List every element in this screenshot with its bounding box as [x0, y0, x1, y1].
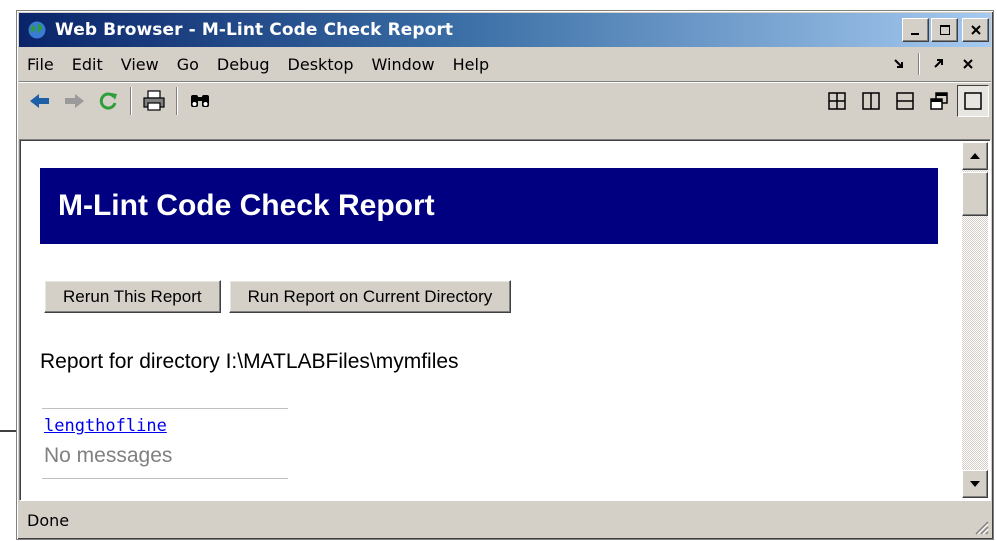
scroll-down-button[interactable]	[962, 470, 988, 498]
menu-go[interactable]: Go	[168, 55, 208, 74]
menu-desktop[interactable]: Desktop	[279, 55, 363, 74]
maximize-layout-button[interactable]	[957, 85, 989, 117]
toolbar-separator	[176, 86, 178, 115]
file-link[interactable]: lengthofline	[44, 416, 167, 436]
tile-rows-icon	[896, 92, 914, 110]
close-button[interactable]	[962, 18, 989, 42]
vertical-scrollbar[interactable]	[962, 142, 988, 498]
maximize-icon	[964, 92, 982, 110]
float-button[interactable]	[923, 85, 955, 117]
refresh-icon	[99, 92, 117, 110]
arrow-up-icon	[970, 153, 980, 159]
close-icon	[963, 59, 973, 69]
menu-debug[interactable]: Debug	[208, 55, 279, 74]
forward-button[interactable]	[57, 86, 91, 116]
window-title: Web Browser - M-Lint Code Check Report	[55, 20, 454, 40]
back-button[interactable]	[23, 86, 57, 116]
refresh-button[interactable]	[91, 86, 125, 116]
menu-view[interactable]: View	[112, 55, 168, 74]
maximize-button[interactable]	[931, 18, 958, 42]
toolbar	[19, 81, 991, 119]
arrow-down-icon	[970, 481, 980, 487]
restore-window-icon	[939, 25, 950, 35]
content-area: M-Lint Code Check Report Rerun This Repo…	[19, 139, 991, 501]
menu-close-button[interactable]	[953, 53, 983, 75]
browser-window: Web Browser - M-Lint Code Check Report F…	[16, 10, 994, 540]
divider	[42, 478, 288, 479]
print-button[interactable]	[137, 86, 171, 116]
undock-button[interactable]	[923, 53, 953, 75]
forward-arrow-icon	[65, 93, 84, 108]
globe-icon	[25, 18, 49, 42]
menu-help[interactable]: Help	[444, 55, 498, 74]
status-bar: Done	[19, 503, 991, 537]
run-current-directory-button[interactable]: Run Report on Current Directory	[228, 280, 512, 313]
report-title: M-Lint Code Check Report	[58, 189, 435, 222]
tile-grid-icon	[828, 92, 846, 110]
tile-rows-button[interactable]	[889, 85, 921, 117]
report-page: M-Lint Code Check Report Rerun This Repo…	[22, 142, 962, 498]
scroll-thumb[interactable]	[962, 172, 988, 216]
back-arrow-icon	[30, 93, 49, 108]
minimize-button[interactable]	[902, 18, 929, 42]
find-button[interactable]	[183, 86, 217, 116]
tile-grid-button[interactable]	[821, 85, 853, 117]
directory-line: Report for directory I:\MATLABFiles\mymf…	[40, 350, 459, 373]
menu-file[interactable]: File	[19, 55, 63, 74]
title-bar[interactable]: Web Browser - M-Lint Code Check Report	[19, 13, 991, 47]
close-icon	[970, 25, 981, 35]
resize-grip-icon[interactable]	[971, 517, 989, 535]
tile-columns-button[interactable]	[855, 85, 887, 117]
tile-columns-icon	[862, 92, 880, 110]
status-text: Done	[27, 510, 70, 530]
menu-bar: File Edit View Go Debug Desktop Window H…	[19, 49, 991, 79]
file-message: No messages	[44, 444, 173, 467]
rerun-report-button[interactable]: Rerun This Report	[44, 280, 221, 313]
find-icon	[191, 94, 209, 107]
scroll-up-button[interactable]	[962, 142, 988, 170]
menu-separator	[918, 53, 919, 75]
menu-window[interactable]: Window	[363, 55, 444, 74]
dock-button[interactable]	[884, 53, 914, 75]
dock-arrow-icon	[894, 59, 903, 68]
toolbar-separator	[130, 86, 132, 115]
print-icon	[143, 89, 165, 111]
divider	[42, 408, 288, 409]
report-banner: M-Lint Code Check Report	[40, 168, 938, 244]
float-icon	[930, 92, 948, 110]
menu-edit[interactable]: Edit	[63, 55, 112, 74]
minimize-icon	[910, 33, 919, 35]
undock-arrow-icon	[934, 59, 943, 68]
